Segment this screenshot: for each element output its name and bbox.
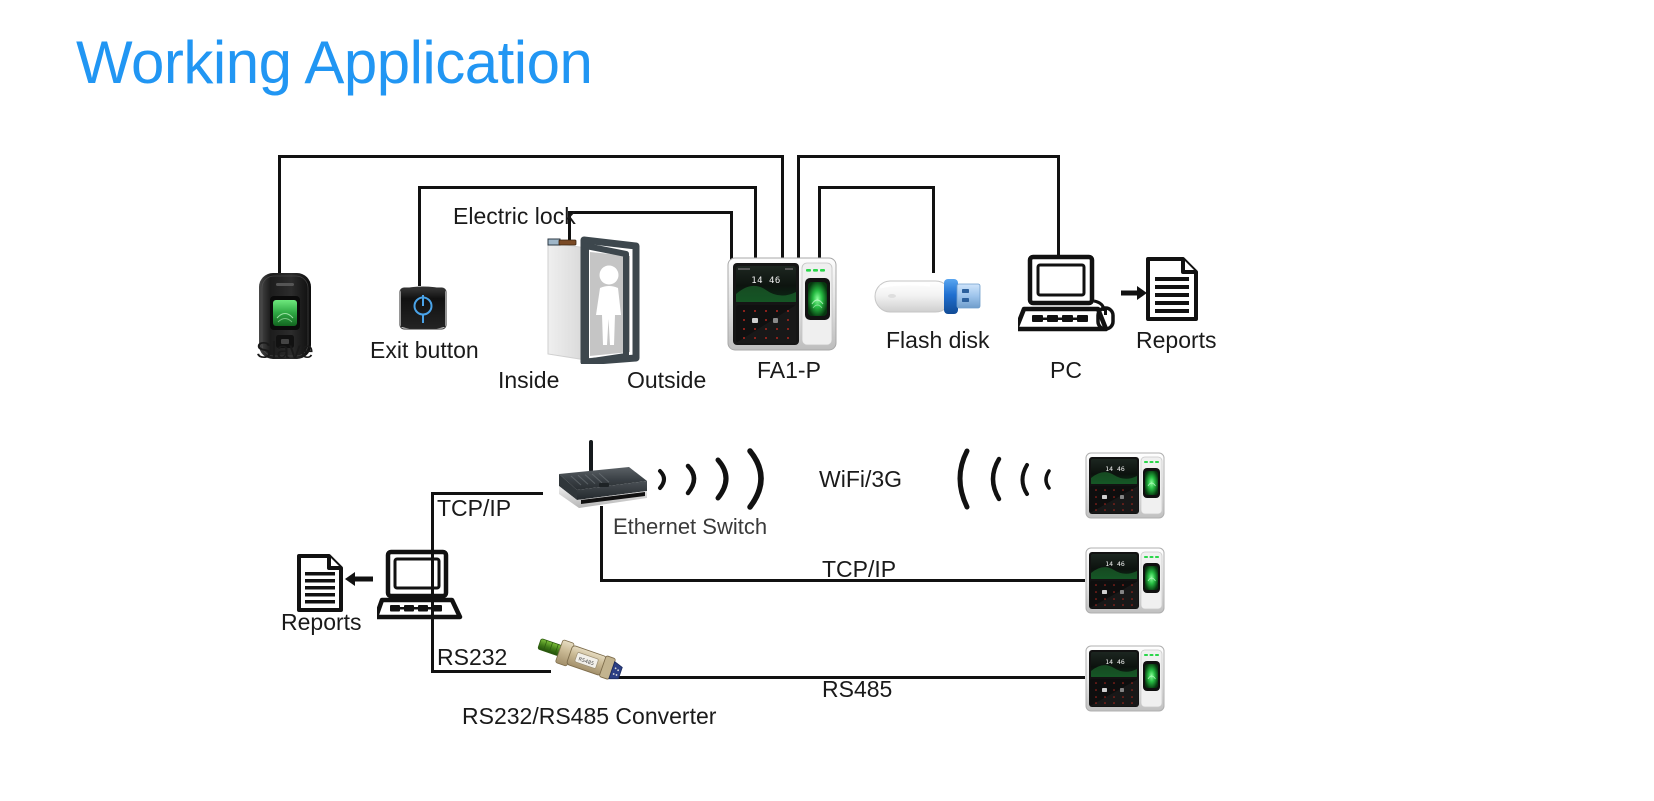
reports-document-bottom xyxy=(296,553,344,613)
arrow-pc-to-reports-bottom xyxy=(343,571,373,587)
rs232-rs485-converter: RS485 xyxy=(532,638,624,696)
connector-slave-drop xyxy=(278,155,281,277)
terminal-device-rs485: 14 46 xyxy=(1085,645,1165,712)
exit-button-device xyxy=(397,283,449,335)
svg-text:14 46: 14 46 xyxy=(1105,658,1125,666)
svg-text:14 46: 14 46 xyxy=(751,276,781,286)
rs232-label: RS232 xyxy=(437,644,508,670)
pc-laptop-top xyxy=(1013,253,1118,337)
slide-canvas: Working Application Slave Exit button El… xyxy=(0,0,1654,801)
terminal-device-tcpip: 14 46 xyxy=(1085,547,1165,614)
connector-exit-to-fa1p xyxy=(754,186,757,265)
pc-laptop-bottom xyxy=(373,549,465,622)
terminal-device-wifi: 14 46 xyxy=(1085,452,1165,519)
connector-exit-bus xyxy=(418,186,757,189)
flash-disk xyxy=(874,272,984,320)
flash-disk-label: Flash disk xyxy=(886,327,990,353)
slave-label: Slave xyxy=(256,337,314,363)
reports-label-bottom: Reports xyxy=(281,609,362,635)
connector-flash-to-fa1p xyxy=(818,186,821,265)
tcpip-label-mid: TCP/IP xyxy=(822,556,897,582)
pc-label-top: PC xyxy=(1050,357,1082,383)
outside-label: Outside xyxy=(627,367,707,393)
svg-text:14 46: 14 46 xyxy=(1105,560,1125,568)
fa1p-label: FA1-P xyxy=(757,357,821,383)
arrow-pc-to-reports-top xyxy=(1121,285,1147,301)
rs485-label: RS485 xyxy=(822,676,893,702)
connector-slave-to-fa1p xyxy=(781,155,784,265)
connector-exit-drop xyxy=(418,186,421,286)
electric-lock-label: Electric lock xyxy=(453,203,576,229)
connector-router-drop xyxy=(600,506,603,582)
wifi-3g-label: WiFi/3G xyxy=(819,466,903,492)
svg-text:14 46: 14 46 xyxy=(1105,465,1125,473)
converter-label: RS232/RS485 Converter xyxy=(462,703,717,729)
reports-document-top xyxy=(1145,256,1199,322)
inside-label: Inside xyxy=(498,367,560,393)
ethernet-switch-label: Ethernet Switch xyxy=(613,514,768,539)
fa1p-terminal: 14 46 xyxy=(727,256,837,352)
exit-button-label: Exit button xyxy=(370,337,479,363)
connector-pc-drop xyxy=(1057,155,1060,257)
connector-slave-bus xyxy=(278,155,784,158)
connector-flash-bus xyxy=(818,186,935,189)
page-title: Working Application xyxy=(76,29,593,96)
door-with-person xyxy=(540,232,655,366)
reports-label-top: Reports xyxy=(1136,327,1217,353)
connector-lock-bus xyxy=(568,211,733,214)
tcpip-label-left: TCP/IP xyxy=(437,495,512,521)
connector-pc-to-fa1p xyxy=(797,155,800,265)
wifi-signal-arcs-left xyxy=(652,443,767,515)
connector-pc-bus xyxy=(797,155,1060,158)
connector-flash-drop xyxy=(932,186,935,273)
ethernet-switch-router xyxy=(537,440,649,512)
wifi-signal-arcs-right xyxy=(955,443,1055,515)
